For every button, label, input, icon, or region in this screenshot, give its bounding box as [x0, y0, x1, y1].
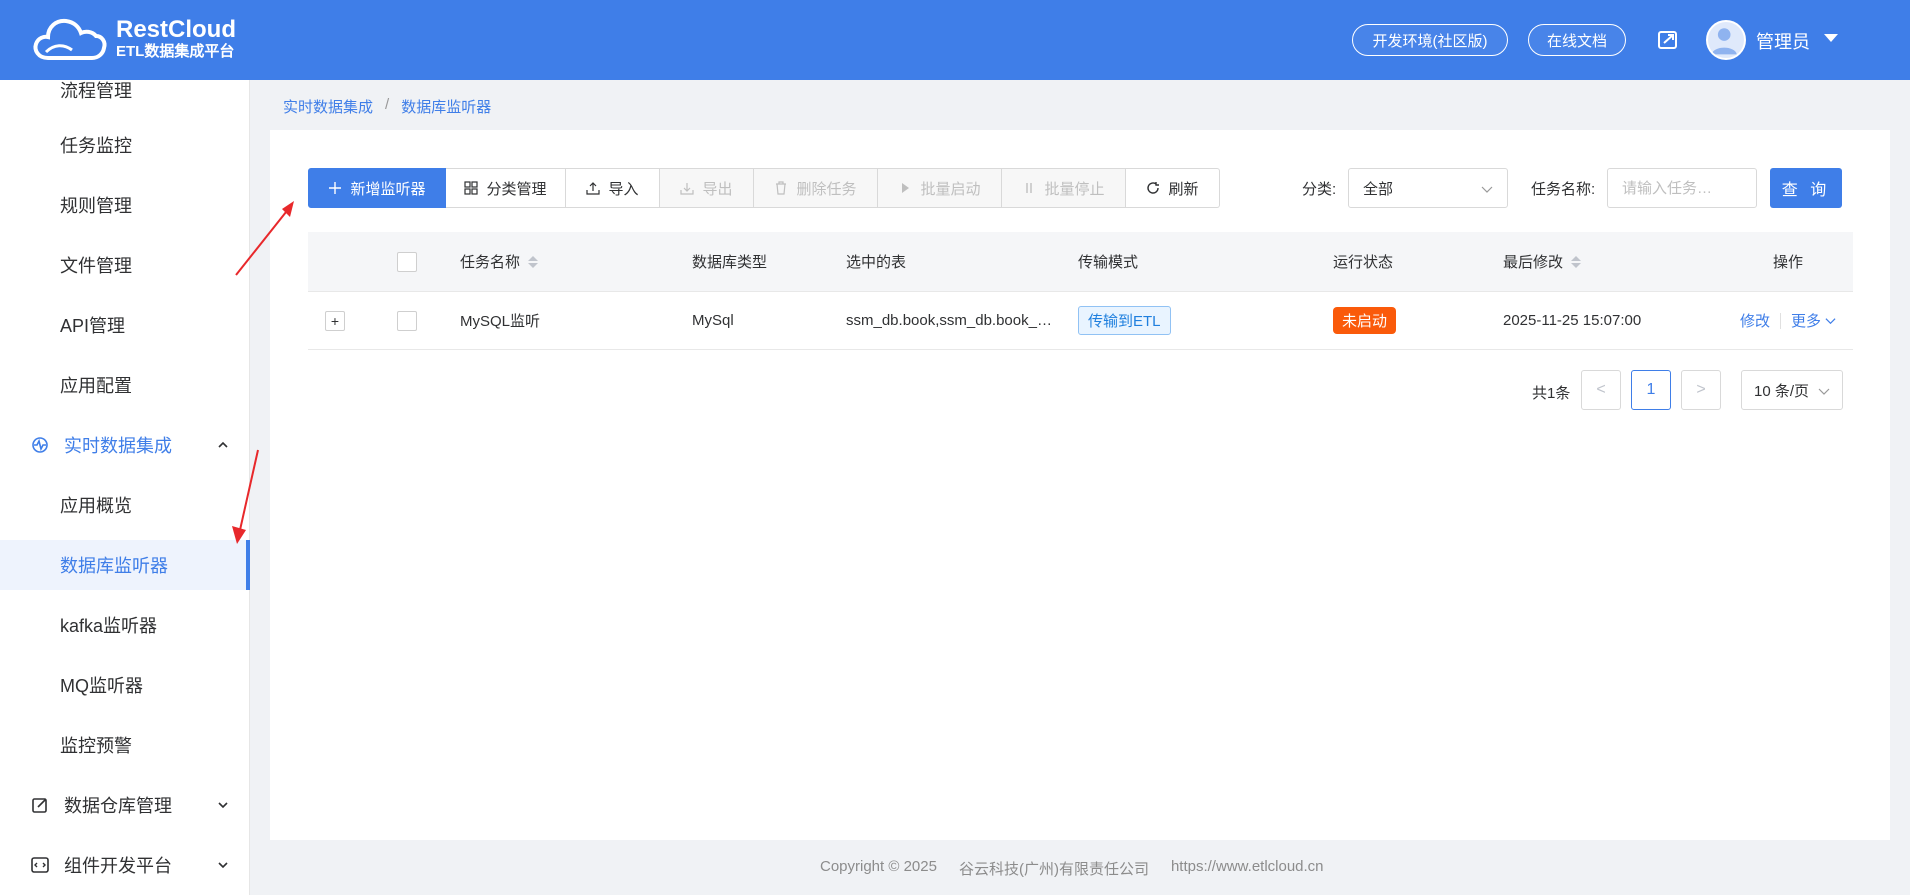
- next-page-button[interactable]: >: [1681, 370, 1721, 410]
- page-number-button[interactable]: 1: [1631, 370, 1671, 410]
- sidebar-item-flow-management[interactable]: 流程管理: [0, 65, 250, 115]
- footer-copyright: Copyright © 2025: [820, 858, 937, 875]
- export-button[interactable]: 导出: [660, 168, 754, 208]
- share-icon[interactable]: [1656, 28, 1680, 52]
- category-select[interactable]: 全部: [1348, 168, 1508, 208]
- query-button[interactable]: 查 询: [1770, 168, 1842, 208]
- more-dropdown[interactable]: 更多: [1791, 310, 1836, 331]
- download-icon: [680, 183, 695, 195]
- chevron-down-icon: [218, 802, 228, 809]
- top-header: RestCloud ETL数据集成平台 开发环境(社区版) 在线文档 管理员: [0, 0, 1910, 80]
- logo-title: RestCloud: [116, 16, 236, 43]
- page-size-select[interactable]: 10 条/页: [1741, 370, 1843, 410]
- cloud-logo-icon: [33, 18, 107, 60]
- logo-subtitle: ETL数据集成平台: [116, 43, 235, 60]
- grid-icon: [464, 181, 479, 195]
- chevron-down-icon: [1825, 318, 1836, 325]
- environment-button[interactable]: 开发环境(社区版): [1352, 24, 1508, 56]
- column-header-selected-tables: 选中的表: [846, 254, 907, 271]
- footer-company: 谷云科技(广州)有限责任公司: [958, 861, 1149, 878]
- logo[interactable]: RestCloud ETL数据集成平台: [32, 14, 236, 64]
- column-header-last-modified[interactable]: 最后修改: [1503, 232, 1582, 291]
- action-divider: [1780, 312, 1782, 329]
- column-header-transfer-mode: 传输模式: [1078, 254, 1139, 271]
- pagination-total: 共1条: [1532, 385, 1571, 402]
- sidebar-item-app-overview[interactable]: 应用概览: [0, 480, 250, 530]
- user-name[interactable]: 管理员: [1756, 28, 1810, 54]
- select-all-checkbox[interactable]: [397, 251, 417, 272]
- row-selected-tables: ssm_db.book,ssm_db.book_back: [846, 312, 1058, 329]
- table-row: + MySQL监听 MySql ssm_db.book,ssm_db.book_…: [308, 292, 1853, 350]
- avatar[interactable]: [1706, 20, 1746, 60]
- transfer-mode-tag: 传输到ETL: [1078, 306, 1171, 335]
- batch-stop-button[interactable]: 批量停止: [1002, 168, 1126, 208]
- main-panel: 新增监听器 分类管理 导入 导出 删除任务 批量启动 批量停止 刷新 分类: 全…: [270, 130, 1890, 840]
- row-task-name: MySQL监听: [460, 313, 541, 330]
- category-management-button[interactable]: 分类管理: [446, 168, 566, 208]
- table-header: 任务名称 数据库类型 选中的表 传输模式 运行状态 最后修改 操作: [308, 232, 1853, 292]
- toolbar: 新增监听器 分类管理 导入 导出 删除任务 批量启动 批量停止 刷新: [308, 168, 1220, 208]
- chevron-down-icon: [1481, 186, 1493, 193]
- sidebar-item-app-config[interactable]: 应用配置: [0, 360, 250, 410]
- sidebar-group-realtime-integration[interactable]: 实时数据集成: [0, 420, 250, 470]
- sidebar-item-file-management[interactable]: 文件管理: [0, 240, 250, 290]
- play-icon: [902, 183, 910, 193]
- expand-row-button[interactable]: +: [325, 310, 345, 331]
- row-checkbox[interactable]: [397, 310, 417, 331]
- row-last-modified: 2025-11-25 15:07:00: [1503, 312, 1642, 329]
- online-docs-button[interactable]: 在线文档: [1528, 24, 1626, 56]
- refresh-icon: [1147, 182, 1160, 194]
- chevron-down-icon: [1818, 388, 1830, 395]
- user-menu-caret-icon[interactable]: [1824, 34, 1838, 42]
- column-header-run-status: 运行状态: [1333, 254, 1394, 271]
- chevron-up-icon: [218, 441, 228, 448]
- sort-icon[interactable]: [528, 255, 539, 268]
- upload-icon: [586, 182, 601, 195]
- column-header-db-type: 数据库类型: [692, 254, 768, 271]
- prev-page-button[interactable]: <: [1581, 370, 1621, 410]
- annotation-arrow-icon: [232, 449, 259, 544]
- category-label: 分类:: [1302, 181, 1337, 198]
- sidebar-group-data-warehouse[interactable]: 数据仓库管理: [0, 780, 250, 830]
- sidebar-item-kafka-listener[interactable]: kafka监听器: [0, 600, 250, 650]
- code-window-icon: [31, 857, 49, 873]
- task-name-input[interactable]: [1607, 168, 1757, 208]
- sidebar-item-task-monitor[interactable]: 任务监控: [0, 120, 250, 170]
- batch-start-button[interactable]: 批量启动: [878, 168, 1002, 208]
- import-button[interactable]: 导入: [566, 168, 660, 208]
- listener-table: 任务名称 数据库类型 选中的表 传输模式 运行状态 最后修改 操作 + MySQ…: [308, 232, 1853, 350]
- trash-icon: [776, 181, 787, 195]
- edit-square-icon: [32, 798, 47, 813]
- chevron-down-icon: [218, 862, 228, 869]
- breadcrumb-realtime-integration[interactable]: 实时数据集成: [283, 96, 373, 117]
- row-db-type: MySql: [692, 312, 734, 329]
- refresh-button[interactable]: 刷新: [1126, 168, 1220, 208]
- delete-task-button[interactable]: 删除任务: [754, 168, 878, 208]
- breadcrumb: 实时数据集成 / 数据库监听器: [283, 96, 491, 117]
- realtime-integration-icon: [32, 437, 48, 453]
- user-avatar-icon: [1711, 28, 1737, 55]
- add-listener-button[interactable]: 新增监听器: [308, 168, 446, 208]
- plus-icon: [329, 182, 342, 194]
- sidebar-item-api-management[interactable]: API管理: [0, 300, 250, 350]
- sort-icon[interactable]: [1571, 255, 1582, 268]
- sidebar-group-component-dev[interactable]: 组件开发平台: [0, 840, 250, 890]
- sidebar-item-rule-management[interactable]: 规则管理: [0, 180, 250, 230]
- sidebar-item-mq-listener[interactable]: MQ监听器: [0, 660, 250, 710]
- task-name-label: 任务名称:: [1531, 181, 1596, 198]
- edit-link[interactable]: 修改: [1740, 310, 1770, 331]
- annotation-arrow-icon: [235, 201, 294, 276]
- footer-url[interactable]: https://www.etlcloud.cn: [1171, 858, 1324, 879]
- sidebar-item-monitor-alert[interactable]: 监控预警: [0, 720, 250, 770]
- footer: Copyright © 2025 谷云科技(广州)有限责任公司 https://…: [820, 858, 1324, 879]
- sidebar: 流程管理 任务监控 规则管理 文件管理 API管理 应用配置 实时数据集成 应用…: [0, 80, 250, 895]
- breadcrumb-db-listener[interactable]: 数据库监听器: [401, 96, 491, 117]
- column-header-task-name[interactable]: 任务名称: [460, 232, 539, 291]
- status-badge: 未启动: [1333, 307, 1397, 334]
- breadcrumb-separator: /: [385, 96, 390, 113]
- sidebar-item-db-listener[interactable]: 数据库监听器: [0, 540, 250, 590]
- column-header-actions: 操作: [1773, 254, 1804, 271]
- pause-icon: [1026, 183, 1033, 193]
